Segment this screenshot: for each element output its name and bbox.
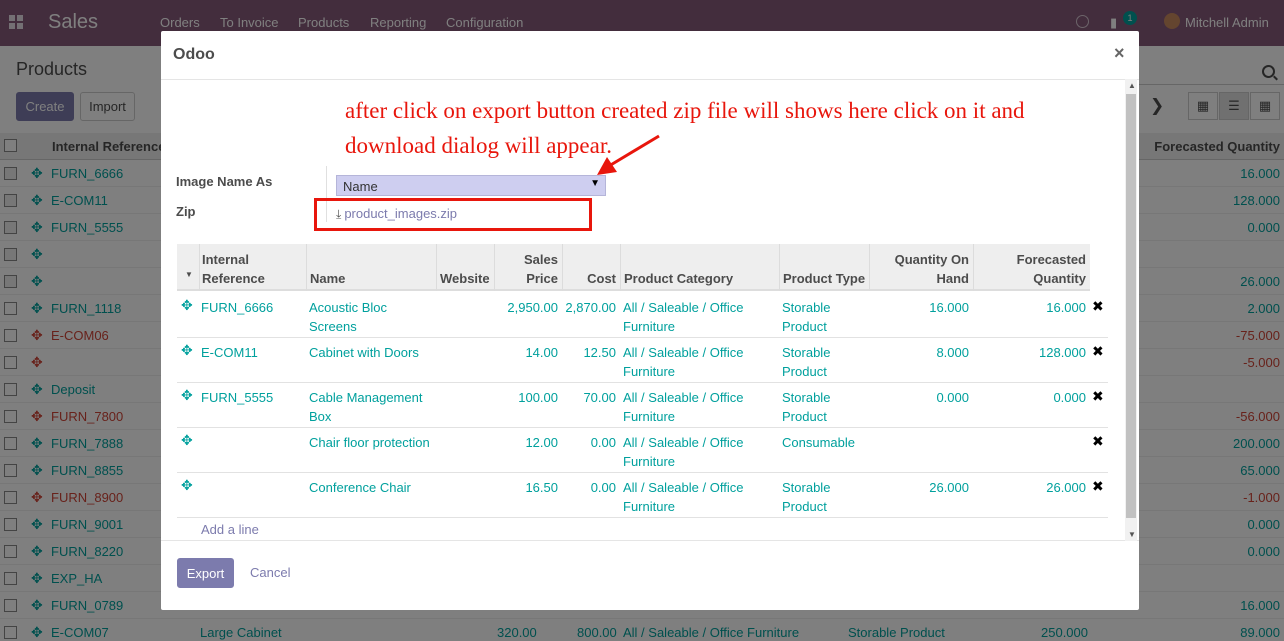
cell-name: Acoustic Bloc Screens — [309, 300, 388, 334]
cell-name: Chair floor protection — [309, 435, 430, 450]
export-button[interactable]: Export — [177, 558, 234, 588]
col-website[interactable]: Website — [440, 269, 490, 288]
col-internal-reference[interactable]: Internal Reference — [202, 250, 302, 288]
cell-quantity-on-hand: 0.000 — [936, 390, 969, 405]
scroll-up-icon[interactable]: ▲ — [1128, 81, 1136, 90]
table-row[interactable]: ✥ FURN_6666 Acoustic Bloc Screens 2,950.00 2… — [177, 293, 1108, 338]
col-product-category[interactable]: Product Category — [624, 269, 733, 288]
export-images-dialog: Odoo × after click on export button crea… — [161, 31, 1139, 610]
cell-cost: 0.00 — [590, 480, 616, 495]
drag-handle-icon[interactable]: ✥ — [181, 477, 193, 494]
sort-caret-icon[interactable]: ▼ — [185, 270, 193, 279]
cell-sales-price: 100.00 — [518, 390, 558, 405]
cell-forecasted-quantity: 128.000 — [1039, 345, 1086, 360]
cell-product-category: All / Saleable / Office Furniture — [623, 480, 744, 514]
cell-cost: 2,870.00 — [565, 300, 616, 315]
drag-handle-icon[interactable]: ✥ — [181, 342, 193, 359]
cell-forecasted-quantity: 26.000 — [1046, 480, 1086, 495]
col-cost[interactable]: Cost — [565, 269, 616, 288]
dialog-body: after click on export button created zip… — [161, 79, 1139, 541]
cell-quantity-on-hand: 26.000 — [929, 480, 969, 495]
cell-product-category: All / Saleable / Office Furniture — [623, 435, 744, 469]
table-row[interactable]: ✥ E-COM11 Cabinet with Doors 14.00 12.50 All … — [177, 338, 1108, 383]
cell-product-type: Consumable — [782, 435, 855, 450]
cell-internal-reference: FURN_5555 — [201, 390, 274, 405]
dialog-title: Odoo — [173, 46, 215, 63]
delete-row-icon[interactable]: ✖ — [1092, 298, 1104, 315]
table-row[interactable]: ✥ Chair floor protection 12.00 0.00 All / Sa… — [177, 428, 1108, 473]
scroll-down-icon[interactable]: ▼ — [1128, 530, 1136, 539]
add-a-line-link[interactable]: Add a line — [201, 522, 259, 537]
cell-product-type: Storable Product — [782, 480, 831, 514]
cell-sales-price: 2,950.00 — [507, 300, 558, 315]
delete-row-icon[interactable]: ✖ — [1092, 343, 1104, 360]
cell-name: Conference Chair — [309, 480, 411, 495]
table-row[interactable]: ✥ Conference Chair 16.50 0.00 All / Saleable… — [177, 473, 1108, 518]
delete-row-icon[interactable]: ✖ — [1092, 433, 1104, 450]
table-header: ▼ Internal Reference Name Website Sales … — [177, 244, 1090, 291]
cell-name: Cabinet with Doors — [309, 345, 419, 360]
cell-product-category: All / Saleable / Office Furniture — [623, 300, 744, 334]
cell-cost: 0.00 — [590, 435, 616, 450]
col-name[interactable]: Name — [310, 269, 345, 288]
dialog-scrollbar[interactable]: ▲ ▼ — [1125, 79, 1137, 541]
table-row[interactable]: ✥ FURN_5555 Cable Management Box 100.00 70.0… — [177, 383, 1108, 428]
drag-handle-icon[interactable]: ✥ — [181, 297, 193, 314]
cell-sales-price: 14.00 — [525, 345, 558, 360]
cell-product-type: Storable Product — [782, 345, 831, 379]
cell-cost: 12.50 — [583, 345, 616, 360]
cell-product-type: Storable Product — [782, 300, 831, 334]
cell-product-type: Storable Product — [782, 390, 831, 424]
cell-cost: 70.00 — [583, 390, 616, 405]
cell-quantity-on-hand: 16.000 — [929, 300, 969, 315]
delete-row-icon[interactable]: ✖ — [1092, 388, 1104, 405]
cell-internal-reference: E-COM11 — [201, 345, 258, 360]
cell-quantity-on-hand: 8.000 — [936, 345, 969, 360]
cell-sales-price: 16.50 — [525, 480, 558, 495]
close-icon[interactable]: × — [1114, 43, 1125, 64]
col-sales-price[interactable]: Sales Price — [497, 250, 558, 288]
drag-handle-icon[interactable]: ✥ — [181, 432, 193, 449]
col-forecasted-quantity[interactable]: Forecasted Quantity — [977, 250, 1086, 288]
delete-row-icon[interactable]: ✖ — [1092, 478, 1104, 495]
cell-forecasted-quantity: 0.000 — [1053, 390, 1086, 405]
cell-product-category: All / Saleable / Office Furniture — [623, 345, 744, 379]
cell-forecasted-quantity: 16.000 — [1046, 300, 1086, 315]
cell-product-category: All / Saleable / Office Furniture — [623, 390, 744, 424]
scrollbar-thumb[interactable] — [1126, 94, 1136, 518]
col-product-type[interactable]: Product Type — [783, 269, 865, 288]
cancel-button[interactable]: Cancel — [250, 558, 290, 588]
cell-internal-reference: FURN_6666 — [201, 300, 274, 315]
col-quantity-on-hand[interactable]: Quantity On Hand — [873, 250, 969, 288]
cell-name: Cable Management Box — [309, 390, 423, 424]
drag-handle-icon[interactable]: ✥ — [181, 387, 193, 404]
cell-sales-price: 12.00 — [525, 435, 558, 450]
